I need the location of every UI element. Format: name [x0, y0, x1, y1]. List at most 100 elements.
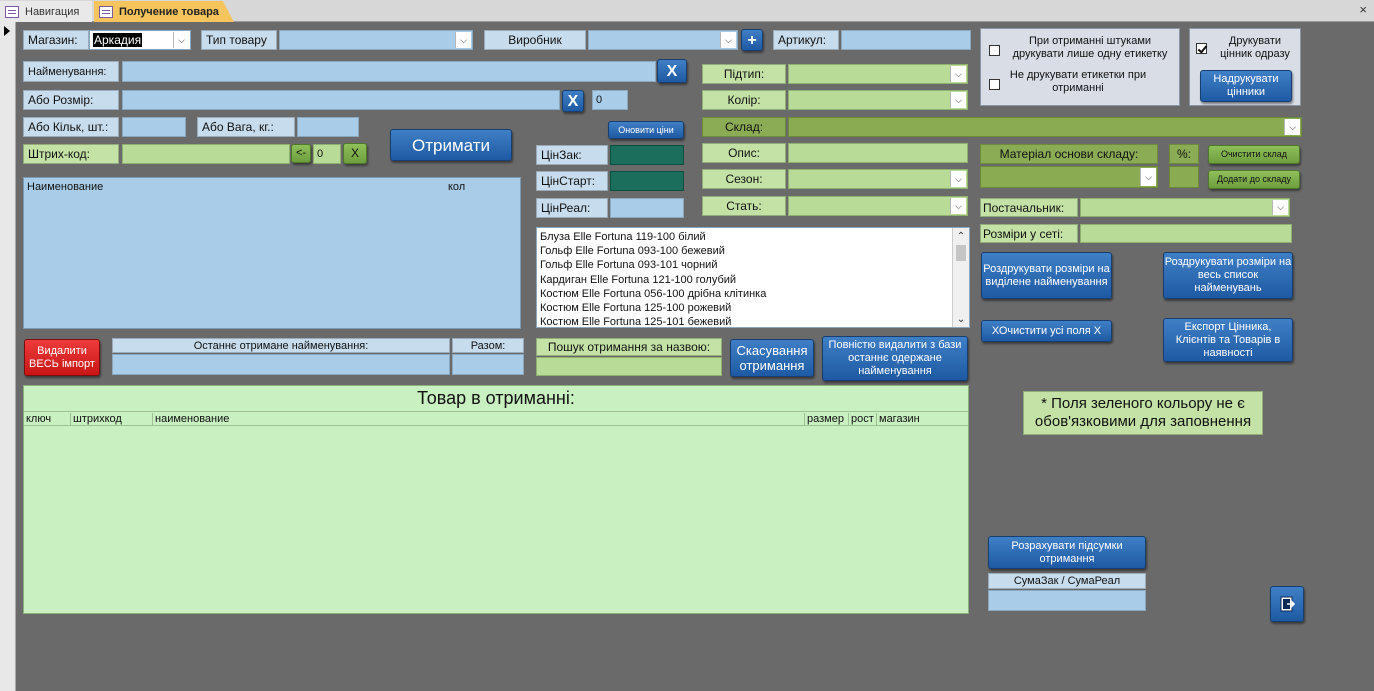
print-sizes-all-button[interactable]: Роздрукувати розміри на весь список найм…	[1163, 252, 1293, 299]
supplier-select[interactable]: ⌵	[1080, 198, 1290, 217]
maker-select[interactable]: ⌵	[588, 30, 738, 50]
calculate-totals-button[interactable]: Розрахувати підсумки отримання	[988, 536, 1146, 569]
vertical-scrollbar[interactable]: ⌃ ⌄	[952, 228, 969, 327]
optional-fields-note: * Поля зеленого кольору не є обов'язкови…	[1023, 391, 1263, 435]
receive-button[interactable]: Отримати	[390, 129, 512, 161]
start-price-label: ЦінСтарт:	[536, 171, 608, 191]
chevron-down-icon[interactable]: ⌵	[1272, 200, 1288, 215]
chevron-down-icon[interactable]: ⌵	[950, 66, 966, 82]
exit-form-button[interactable]	[1270, 586, 1304, 622]
column-header-barcode: штрихкод	[70, 413, 122, 425]
name-input[interactable]	[122, 61, 656, 82]
clear-barcode-button[interactable]: X	[343, 143, 367, 164]
update-prices-button[interactable]: Оновити ціни	[608, 121, 684, 139]
chevron-down-icon[interactable]: ⌵	[1284, 119, 1300, 135]
weight-input[interactable]	[297, 117, 359, 137]
delete-all-import-button[interactable]: Видалити ВЕСЬ імпорт	[24, 339, 100, 376]
list-item[interactable]: Костюм Elle Fortuna 125-101 бежевий	[540, 315, 950, 329]
start-price-field[interactable]	[610, 171, 684, 191]
scrollbar-thumb[interactable]	[956, 245, 966, 261]
article-label: Артикул:	[773, 30, 839, 50]
store-label: Магазин:	[23, 30, 89, 50]
chevron-down-icon[interactable]: ⌄	[953, 312, 969, 326]
material-select[interactable]: ⌵	[980, 166, 1158, 188]
barcode-value[interactable]: 0	[313, 144, 341, 164]
print-price-tags-button[interactable]: Надрукувати цінники	[1200, 70, 1292, 102]
tab-navigation[interactable]: Навигация	[0, 1, 92, 22]
qty-input[interactable]	[122, 117, 186, 137]
cost-price-field[interactable]	[610, 145, 684, 165]
print-now-panel: Друкувати цінник одразу Надрукувати цінн…	[1189, 28, 1301, 106]
products-listbox[interactable]: Блуза Elle Fortuna 119-100 білий Гольф E…	[536, 227, 970, 328]
store-value: Аркадия	[93, 33, 143, 47]
real-price-field[interactable]	[610, 198, 684, 218]
print-sizes-selected-button[interactable]: Роздрукувати розміри на виділене наймену…	[981, 252, 1112, 299]
list-item[interactable]: Блуза Elle Fortuna 119-100 білий	[540, 230, 950, 244]
season-select[interactable]: ⌵	[788, 169, 968, 189]
real-price-label: ЦінРеал:	[536, 198, 608, 218]
sums-label: СумаЗак / СумаРеал	[988, 573, 1146, 589]
print-one-label-text: При отриманні штуками друкувати лише одн…	[1012, 35, 1168, 60]
print-now-checkbox[interactable]	[1196, 41, 1207, 55]
export-button[interactable]: Експорт Цінника, Клієнтів та Товарів в н…	[1163, 318, 1293, 362]
gender-select[interactable]: ⌵	[788, 196, 968, 216]
list-item[interactable]: Гольф Elle Fortuna 093-101 чорний	[540, 258, 950, 272]
received-goods-table[interactable]: Товар в отриманні: ключ штрихкод наимено…	[23, 385, 969, 614]
chevron-up-icon[interactable]: ⌃	[953, 229, 969, 243]
clear-all-x-button[interactable]: ХОчистити усі поля Х	[981, 320, 1112, 342]
search-input[interactable]	[536, 357, 722, 376]
chevron-down-icon[interactable]: ⌵	[1140, 168, 1156, 186]
chevron-down-icon[interactable]: ⌵	[950, 92, 966, 108]
list-item[interactable]: Костюм Elle Fortuna 125-100 рожевий	[540, 301, 950, 315]
last-received-field[interactable]	[112, 354, 450, 375]
cancel-receiving-button[interactable]: Скасування отримання	[730, 339, 814, 377]
chevron-down-icon[interactable]: ⌵	[173, 32, 189, 48]
chevron-down-icon[interactable]: ⌵	[950, 171, 966, 187]
no-labels-checkbox[interactable]	[989, 77, 1000, 91]
barcode-label: Штрих-код:	[23, 144, 119, 164]
print-one-label-checkbox[interactable]	[989, 43, 1000, 57]
total-field[interactable]	[452, 354, 524, 375]
checkbox-checked[interactable]	[1196, 43, 1207, 55]
description-input[interactable]	[788, 143, 968, 163]
record-selector[interactable]	[0, 22, 16, 691]
size-count-field[interactable]: 0	[592, 90, 628, 110]
chevron-down-icon[interactable]: ⌵	[950, 198, 966, 214]
size-input[interactable]	[122, 90, 560, 110]
delete-last-received-button[interactable]: Повністю видалити з бази останнє одержан…	[822, 336, 968, 381]
pending-items-list[interactable]: Наименование кол	[23, 177, 521, 329]
list-item[interactable]: Костюм Elle Fortuna 056-100 дрібна кліти…	[540, 287, 950, 301]
season-label: Сезон:	[702, 169, 786, 189]
article-input[interactable]	[841, 30, 971, 50]
barcode-input[interactable]	[122, 144, 290, 164]
print-now-text: Друкувати цінник одразу	[1220, 35, 1290, 60]
sums-field[interactable]	[988, 590, 1146, 611]
product-type-label: Тип товару	[201, 30, 277, 50]
add-maker-button[interactable]: +	[741, 29, 763, 51]
clear-composition-button[interactable]: Очистити склад	[1208, 145, 1300, 164]
list-item[interactable]: Гольф Elle Fortuna 093-100 бежевий	[540, 244, 950, 258]
tab-receive-goods-label: Получение товара	[119, 5, 219, 18]
percent-input[interactable]	[1169, 166, 1199, 188]
checkbox[interactable]	[989, 45, 1000, 57]
sizes-network-field[interactable]	[1080, 224, 1292, 243]
color-select[interactable]: ⌵	[788, 90, 968, 110]
tab-receive-goods[interactable]: Получение товара	[94, 1, 234, 22]
checkbox[interactable]	[989, 79, 1000, 91]
clear-size-button[interactable]: X	[562, 90, 584, 112]
warehouse-select[interactable]: ⌵	[788, 117, 1302, 137]
store-select[interactable]: Аркадия ⌵	[89, 30, 191, 50]
barcode-back-button[interactable]: <-	[291, 144, 311, 163]
product-type-select[interactable]: ⌵	[279, 30, 473, 50]
chevron-down-icon[interactable]: ⌵	[455, 32, 471, 48]
form-icon	[5, 5, 19, 18]
no-labels-text: Не друкувати етикетки при отриманні	[1009, 69, 1147, 94]
clear-name-button[interactable]: X	[657, 59, 687, 83]
chevron-down-icon[interactable]: ⌵	[720, 32, 736, 48]
weight-label: Або Вага, кг.:	[197, 117, 295, 137]
subtype-select[interactable]: ⌵	[788, 64, 968, 84]
list-item[interactable]: Кардиган Elle Fortuna 121-100 голубий	[540, 273, 950, 287]
size-label: Або Розмір:	[23, 90, 119, 110]
close-icon[interactable]: ×	[1359, 2, 1367, 17]
add-to-composition-button[interactable]: Додати до складу	[1208, 170, 1300, 189]
